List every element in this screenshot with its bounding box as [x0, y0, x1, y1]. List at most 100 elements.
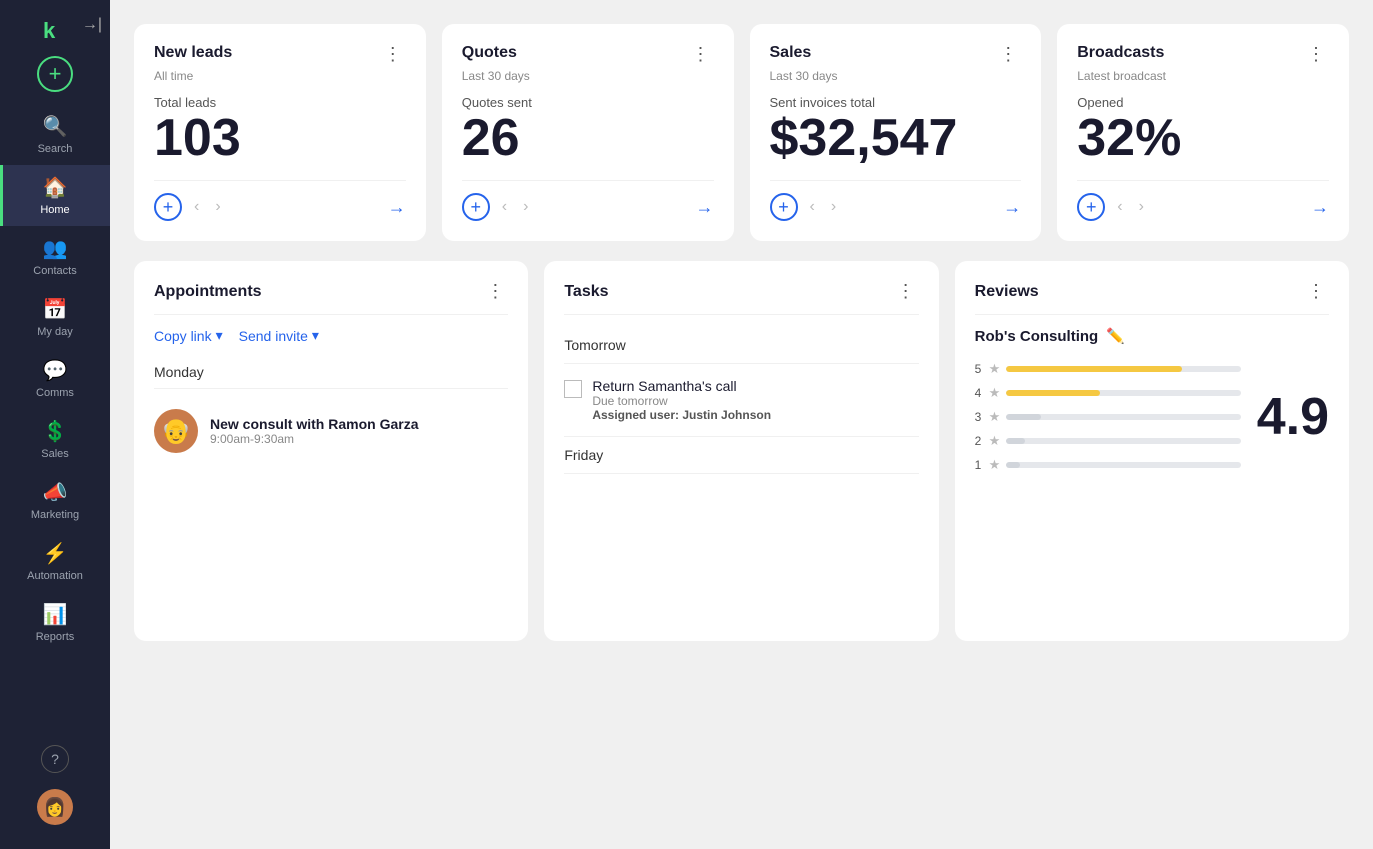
stat-add-button[interactable]: + — [770, 193, 798, 221]
star-icon-1: ★ — [989, 457, 1001, 473]
stat-next-button[interactable]: › — [519, 196, 532, 218]
contacts-icon: 👥 — [43, 236, 68, 261]
stat-next-button[interactable]: › — [211, 196, 224, 218]
stat-card-subtitle: Latest broadcast — [1077, 69, 1329, 83]
review-bar-fill-3 — [1006, 414, 1041, 420]
automation-icon: ⚡ — [43, 541, 68, 566]
stat-prev-button[interactable]: ‹ — [498, 196, 511, 218]
calendar-icon: 📅 — [43, 297, 68, 322]
main-content: New leads ⋮ All time Total leads 103 + ‹… — [110, 0, 1373, 849]
stat-card-label: Opened — [1077, 95, 1329, 110]
more-options-button[interactable]: ⋮ — [995, 44, 1021, 65]
stat-card-title: Quotes — [462, 44, 517, 62]
stat-add-button[interactable]: + — [462, 193, 490, 221]
copy-link-button[interactable]: Copy link ▾ — [154, 327, 223, 344]
stat-card-title: Broadcasts — [1077, 44, 1164, 62]
search-icon: 🔍 — [43, 114, 68, 139]
user-avatar[interactable]: 👩 — [37, 789, 73, 825]
task-section-friday: Friday — [564, 437, 918, 474]
stat-goto-button[interactable]: → — [388, 197, 406, 218]
stat-goto-button[interactable]: → — [1311, 197, 1329, 218]
more-options-button[interactable]: ⋮ — [688, 44, 714, 65]
reviews-panel: Reviews ⋮ Rob's Consulting ✏️ 5 ★ — [955, 261, 1349, 641]
sidebar-item-marketing[interactable]: 📣 Marketing — [0, 470, 110, 531]
review-bar-row-4: 4 ★ — [975, 385, 1241, 401]
send-invite-button[interactable]: Send invite ▾ — [239, 327, 319, 344]
stat-goto-button[interactable]: → — [696, 197, 714, 218]
appointments-day-label: Monday — [154, 356, 508, 389]
reviews-name-row: Rob's Consulting ✏️ — [975, 327, 1329, 345]
sidebar-item-label: Reports — [36, 631, 75, 643]
tasks-title: Tasks — [564, 283, 608, 301]
add-button[interactable]: + — [37, 56, 73, 92]
appointment-avatar: 👴 — [154, 409, 198, 453]
tasks-panel-header: Tasks ⋮ — [564, 281, 918, 315]
review-bar-row-5: 5 ★ — [975, 361, 1241, 377]
home-icon: 🏠 — [43, 175, 68, 200]
sidebar-item-search[interactable]: 🔍 Search — [0, 104, 110, 165]
appointments-panel-header: Appointments ⋮ — [154, 281, 508, 315]
sidebar-item-label: Search — [38, 143, 73, 155]
star-icon-4: ★ — [989, 385, 1001, 401]
stat-prev-button[interactable]: ‹ — [190, 196, 203, 218]
stat-add-button[interactable]: + — [154, 193, 182, 221]
reviews-more-button[interactable]: ⋮ — [1303, 281, 1329, 302]
reviews-panel-header: Reviews ⋮ — [975, 281, 1329, 315]
review-bar-track-3 — [1006, 414, 1240, 420]
active-indicator — [0, 165, 3, 226]
sidebar-collapse-button[interactable]: →| — [82, 16, 102, 34]
sales-icon: 💲 — [43, 419, 68, 444]
review-bar-row-3: 3 ★ — [975, 409, 1241, 425]
send-invite-chevron-icon: ▾ — [312, 327, 319, 344]
sidebar-item-myday[interactable]: 📅 My day — [0, 287, 110, 348]
stat-card-subtitle: Last 30 days — [462, 69, 714, 83]
sidebar-item-comms[interactable]: 💬 Comms — [0, 348, 110, 409]
stat-card-value: 32% — [1077, 112, 1329, 164]
copy-link-label: Copy link — [154, 328, 212, 344]
sidebar: →| k + 🔍 Search 🏠 Home 👥 Contacts 📅 My d — [0, 0, 110, 849]
sidebar-item-reports[interactable]: 📊 Reports — [0, 592, 110, 653]
copy-link-chevron-icon: ▾ — [216, 327, 223, 344]
sidebar-item-home[interactable]: 🏠 Home — [0, 165, 110, 226]
review-bar-track-2 — [1006, 438, 1240, 444]
appointments-more-button[interactable]: ⋮ — [482, 281, 508, 302]
more-options-button[interactable]: ⋮ — [1303, 44, 1329, 65]
tasks-more-button[interactable]: ⋮ — [893, 281, 919, 302]
appointments-actions: Copy link ▾ Send invite ▾ — [154, 327, 508, 344]
sidebar-item-sales[interactable]: 💲 Sales — [0, 409, 110, 470]
stat-prev-button[interactable]: ‹ — [806, 196, 819, 218]
stat-card-title: Sales — [770, 44, 812, 62]
task-checkbox[interactable] — [564, 380, 582, 398]
stat-prev-button[interactable]: ‹ — [1113, 196, 1126, 218]
stat-card-actions: + ‹ › → — [1077, 180, 1329, 221]
sidebar-item-automation[interactable]: ⚡ Automation — [0, 531, 110, 592]
stat-card-header: Quotes ⋮ — [462, 44, 714, 65]
reviews-edit-button[interactable]: ✏️ — [1106, 327, 1125, 345]
stat-card-actions: + ‹ › → — [462, 180, 714, 221]
reviews-bars: 5 ★ 4 ★ — [975, 361, 1241, 473]
more-options-button[interactable]: ⋮ — [380, 44, 406, 65]
stat-card-sales: Sales ⋮ Last 30 days Sent invoices total… — [750, 24, 1042, 241]
stat-next-button[interactable]: › — [827, 196, 840, 218]
comms-icon: 💬 — [43, 358, 68, 383]
stat-next-button[interactable]: › — [1135, 196, 1148, 218]
appointment-name: New consult with Ramon Garza — [210, 416, 418, 432]
task-section-tomorrow: Tomorrow — [564, 327, 918, 364]
help-button[interactable]: ? — [41, 745, 69, 773]
reviews-score: 4.9 — [1257, 391, 1329, 443]
stat-goto-button[interactable]: → — [1003, 197, 1021, 218]
review-bar-fill-4 — [1006, 390, 1100, 396]
appointment-item[interactable]: 👴 New consult with Ramon Garza 9:00am-9:… — [154, 401, 508, 461]
star-icon-2: ★ — [989, 433, 1001, 449]
stat-add-button[interactable]: + — [1077, 193, 1105, 221]
reports-icon: 📊 — [43, 602, 68, 627]
sidebar-item-label: Contacts — [33, 265, 76, 277]
stat-card-value: 103 — [154, 112, 406, 164]
sidebar-item-contacts[interactable]: 👥 Contacts — [0, 226, 110, 287]
svg-text:k: k — [43, 18, 56, 43]
sidebar-nav: 🔍 Search 🏠 Home 👥 Contacts 📅 My day 💬 Co… — [0, 104, 110, 745]
tasks-panel: Tasks ⋮ Tomorrow Return Samantha's call … — [544, 261, 938, 641]
sidebar-item-label: Comms — [36, 387, 74, 399]
task-details: Return Samantha's call Due tomorrow Assi… — [592, 378, 771, 422]
stat-card-subtitle: Last 30 days — [770, 69, 1022, 83]
